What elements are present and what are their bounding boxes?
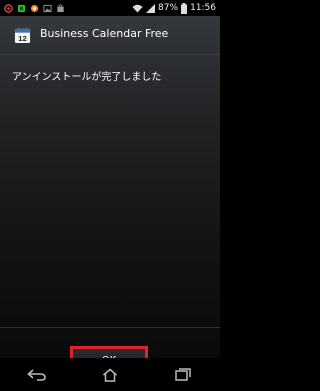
back-icon [26,368,46,381]
notification-icons [0,3,65,13]
notification-icon-orange [30,4,39,12]
image-icon [43,4,52,12]
dialog-message: アンインストールが完了しました [12,72,162,83]
battery-icon [181,2,188,14]
system-status: 87% 11:56 [132,0,216,16]
home-button[interactable] [95,363,125,387]
notification-icon-green [17,4,26,12]
battery-percent: 87% [158,3,179,13]
status-bar: 87% 11:56 [0,0,220,16]
calendar-icon-day: 12 [18,34,26,43]
recent-apps-button[interactable] [168,363,198,387]
navigation-bar [0,358,220,391]
notification-icon-red [4,3,13,13]
dialog-title: Business Calendar Free [40,27,169,40]
dialog-header: 12 Business Calendar Free [0,16,220,55]
clock: 11:56 [190,3,216,13]
wifi-icon [132,4,143,12]
uninstall-dialog: 12 Business Calendar Free アンインストールが完了しまし… [0,16,220,374]
calendar-icon: 12 [14,27,31,43]
recent-apps-icon [175,368,192,381]
button-divider [0,327,220,328]
back-button[interactable] [22,363,52,387]
signal-icon [146,3,156,13]
bag-icon [57,3,64,12]
home-icon [102,368,117,382]
